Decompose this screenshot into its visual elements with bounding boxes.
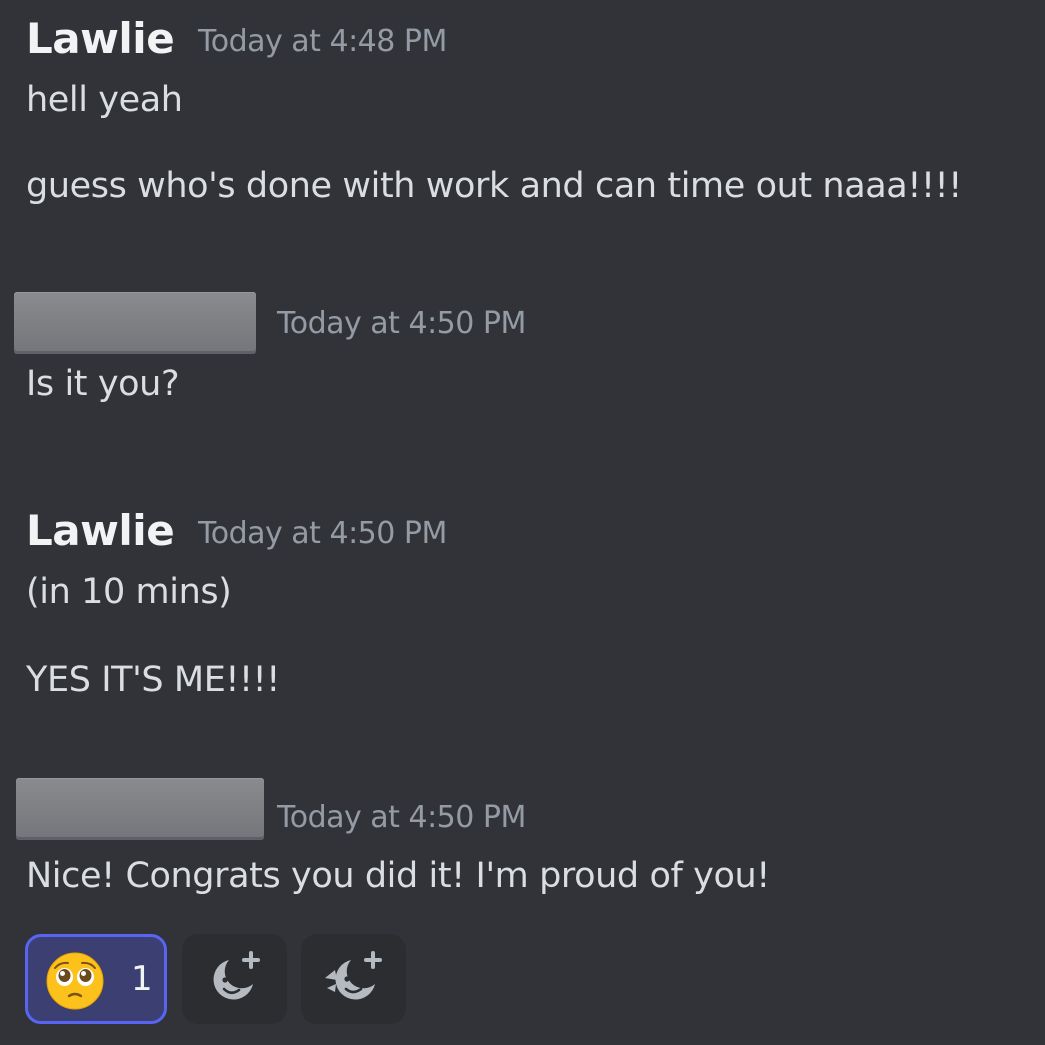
message-text: Nice! Congrats you did it! I'm proud of … bbox=[26, 856, 770, 896]
add-super-reaction-icon bbox=[321, 948, 385, 1014]
message-author[interactable]: Lawlie bbox=[26, 506, 175, 555]
message-timestamp[interactable]: Today at 4:50 PM bbox=[198, 516, 447, 551]
message-text: hell yeah bbox=[26, 80, 183, 120]
add-reaction-icon bbox=[204, 948, 266, 1014]
message-timestamp[interactable]: Today at 4:50 PM bbox=[277, 306, 526, 341]
redacted-username[interactable] bbox=[14, 292, 256, 354]
message-timestamp[interactable]: Today at 4:50 PM bbox=[277, 800, 526, 835]
message-text: Is it you? bbox=[26, 364, 180, 404]
pleading-face-icon bbox=[45, 951, 105, 1015]
message-author[interactable]: Lawlie bbox=[26, 14, 175, 63]
message-text: YES IT'S ME!!!! bbox=[26, 660, 280, 700]
add-reaction-button[interactable] bbox=[182, 934, 287, 1024]
reaction-pleading-face[interactable]: 1 bbox=[25, 934, 167, 1024]
message-text: (in 10 mins) bbox=[26, 572, 232, 612]
redacted-username[interactable] bbox=[16, 778, 264, 840]
message-text: guess who's done with work and can time … bbox=[26, 166, 962, 206]
message-timestamp[interactable]: Today at 4:48 PM bbox=[198, 24, 447, 59]
add-super-reaction-button[interactable] bbox=[301, 934, 406, 1024]
reaction-count: 1 bbox=[131, 959, 153, 999]
